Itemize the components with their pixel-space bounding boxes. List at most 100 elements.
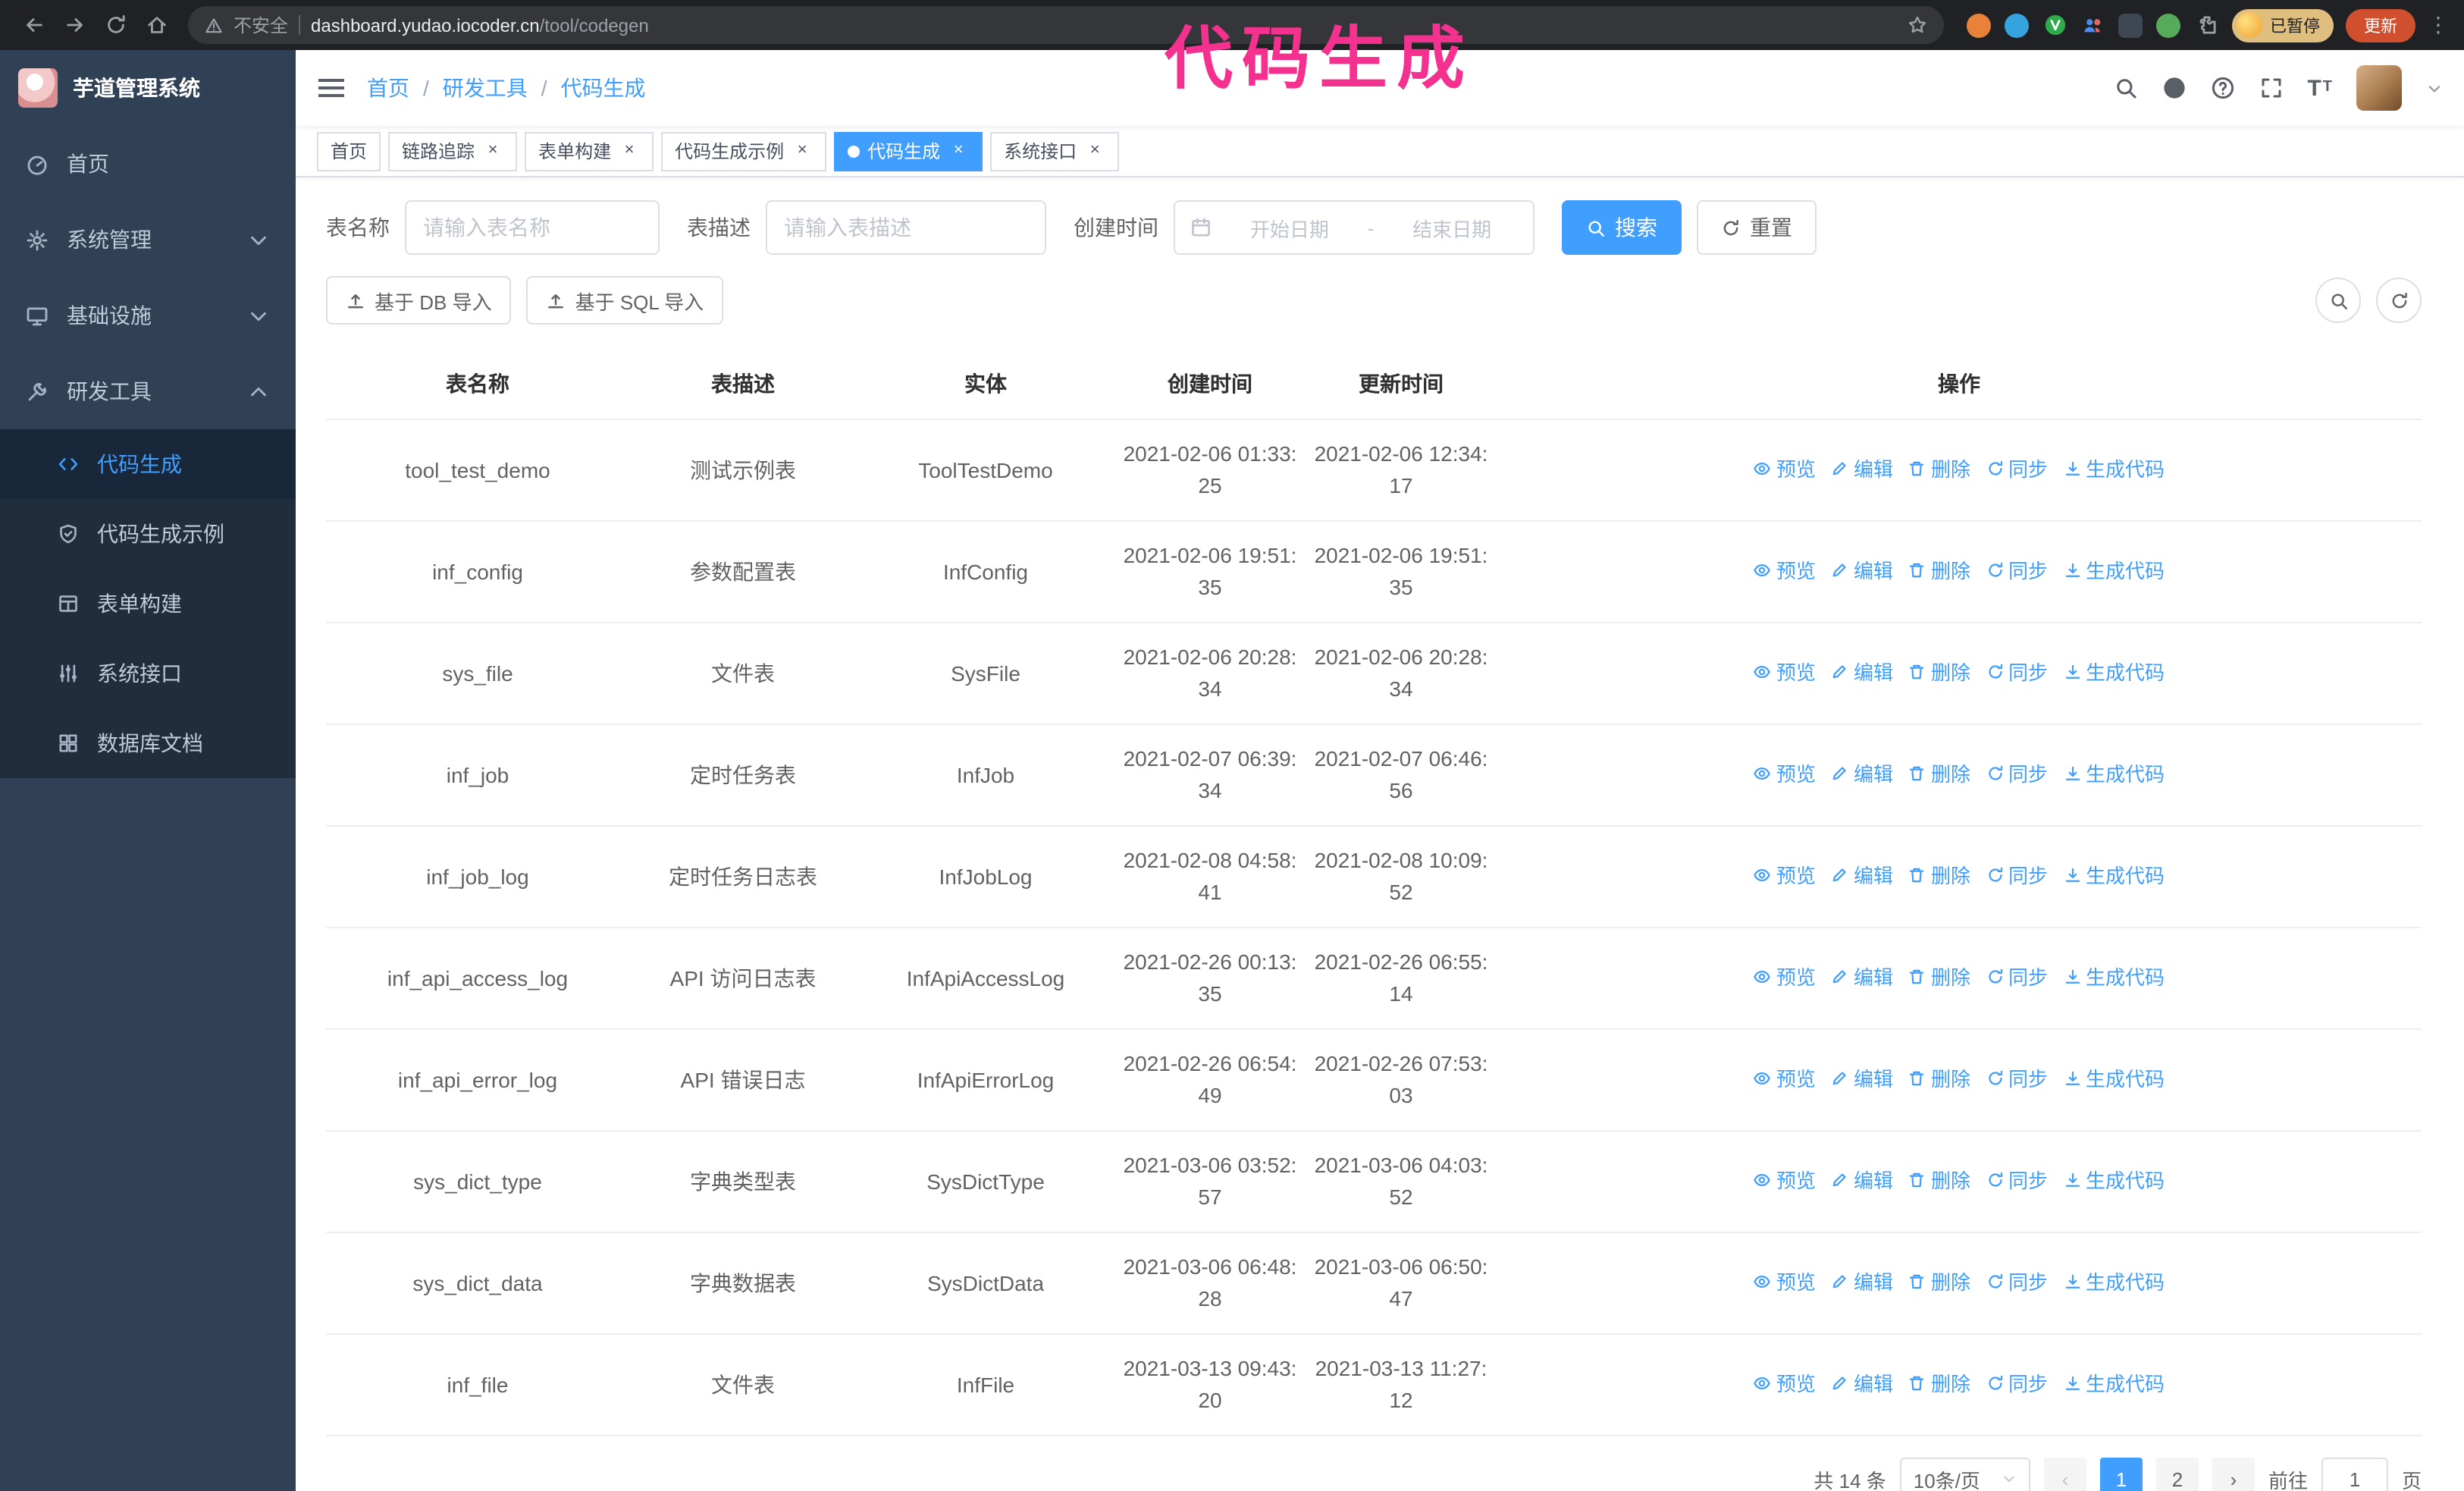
tag-item-2[interactable]: 表单构建 × <box>525 131 654 171</box>
extensions-puzzle-icon[interactable] <box>2194 13 2218 37</box>
edit-action[interactable]: 编辑 <box>1831 454 1893 485</box>
delete-action[interactable]: 删除 <box>1908 962 1970 993</box>
sync-action[interactable]: 同步 <box>1986 1368 2048 1400</box>
preview-action[interactable]: 预览 <box>1754 1165 1816 1197</box>
tag-item-4[interactable]: 代码生成 × <box>834 131 983 171</box>
generate-code-action[interactable]: 生成代码 <box>2063 1267 2165 1298</box>
generate-code-action[interactable]: 生成代码 <box>2063 1368 2165 1400</box>
edit-action[interactable]: 编辑 <box>1831 1368 1893 1400</box>
preview-action[interactable]: 预览 <box>1754 1368 1816 1400</box>
import-sql-button[interactable]: 基于 SQL 导入 <box>526 276 724 325</box>
sync-action[interactable]: 同步 <box>1986 555 2048 587</box>
preview-action[interactable]: 预览 <box>1754 758 1816 790</box>
preview-action[interactable]: 预览 <box>1754 454 1816 485</box>
refresh-table-button[interactable] <box>2376 278 2422 323</box>
extension-icon[interactable] <box>1967 13 1991 37</box>
sync-action[interactable]: 同步 <box>1986 1063 2048 1095</box>
sync-action[interactable]: 同步 <box>1986 1165 2048 1197</box>
close-icon[interactable]: × <box>792 140 813 162</box>
reset-button[interactable]: 重置 <box>1697 200 1817 255</box>
chevron-down-icon[interactable] <box>2426 80 2443 96</box>
breadcrumb-devtools[interactable]: 研发工具 <box>443 73 528 103</box>
fullscreen-icon[interactable] <box>2259 76 2283 100</box>
delete-action[interactable]: 删除 <box>1908 860 1970 892</box>
extension-icon[interactable] <box>2080 13 2105 37</box>
chrome-menu-icon[interactable]: ⋮ <box>2428 12 2449 38</box>
profile-paused-chip[interactable]: 已暂停 <box>2232 8 2334 42</box>
github-icon[interactable] <box>2161 76 2186 100</box>
page-button-2[interactable]: 2 <box>2155 1458 2199 1491</box>
delete-action[interactable]: 删除 <box>1908 657 1970 689</box>
browser-reload-icon[interactable] <box>97 7 133 43</box>
preview-action[interactable]: 预览 <box>1754 1267 1816 1298</box>
app-logo[interactable]: 芋道管理系统 <box>0 50 296 126</box>
extension-icon[interactable] <box>2156 13 2180 37</box>
delete-action[interactable]: 删除 <box>1908 1368 1970 1400</box>
sidebar-item-system-manage[interactable]: 系统管理 <box>0 202 296 278</box>
edit-action[interactable]: 编辑 <box>1831 860 1893 892</box>
generate-code-action[interactable]: 生成代码 <box>2063 758 2165 790</box>
edit-action[interactable]: 编辑 <box>1831 962 1893 993</box>
browser-back-icon[interactable] <box>15 7 52 43</box>
breadcrumb-home[interactable]: 首页 <box>367 73 409 103</box>
generate-code-action[interactable]: 生成代码 <box>2063 1063 2165 1095</box>
edit-action[interactable]: 编辑 <box>1831 555 1893 587</box>
sidebar-item-codegen-example[interactable]: 代码生成示例 <box>0 499 296 569</box>
generate-code-action[interactable]: 生成代码 <box>2063 860 2165 892</box>
edit-action[interactable]: 编辑 <box>1831 657 1893 689</box>
tag-item-0[interactable]: 首页 <box>317 131 381 171</box>
preview-action[interactable]: 预览 <box>1754 860 1816 892</box>
sidebar-item-db-doc[interactable]: 数据库文档 <box>0 708 296 778</box>
edit-action[interactable]: 编辑 <box>1831 758 1893 790</box>
close-icon[interactable]: × <box>619 140 640 162</box>
font-size-icon[interactable]: TT <box>2307 77 2332 99</box>
generate-code-action[interactable]: 生成代码 <box>2063 454 2165 485</box>
sync-action[interactable]: 同步 <box>1986 1267 2048 1298</box>
sync-action[interactable]: 同步 <box>1986 860 2048 892</box>
page-button-1[interactable]: 1 <box>2099 1458 2143 1491</box>
sync-action[interactable]: 同步 <box>1986 657 2048 689</box>
delete-action[interactable]: 删除 <box>1908 555 1970 587</box>
address-bar[interactable]: 不安全 dashboard.yudao.iocoder.cn/tool/code… <box>188 6 1944 44</box>
sync-action[interactable]: 同步 <box>1986 758 2048 790</box>
preview-action[interactable]: 预览 <box>1754 657 1816 689</box>
hamburger-menu-icon[interactable] <box>296 50 367 126</box>
table-desc-input[interactable] <box>766 200 1046 255</box>
extension-icon[interactable] <box>2005 13 2029 37</box>
edit-action[interactable]: 编辑 <box>1831 1267 1893 1298</box>
generate-code-action[interactable]: 生成代码 <box>2063 1165 2165 1197</box>
edit-action[interactable]: 编辑 <box>1831 1063 1893 1095</box>
tag-item-3[interactable]: 代码生成示例 × <box>661 131 827 171</box>
prev-page-button[interactable]: ‹ <box>2043 1458 2086 1491</box>
toggle-search-button[interactable] <box>2315 278 2361 323</box>
delete-action[interactable]: 删除 <box>1908 1165 1970 1197</box>
chrome-update-button[interactable]: 更新 <box>2346 8 2415 42</box>
search-button[interactable]: 搜索 <box>1562 200 1682 255</box>
generate-code-action[interactable]: 生成代码 <box>2063 962 2165 993</box>
sidebar-item-form-builder[interactable]: 表单构建 <box>0 569 296 639</box>
close-icon[interactable]: × <box>1084 140 1105 162</box>
preview-action[interactable]: 预览 <box>1754 555 1816 587</box>
page-size-select[interactable]: 10条/页 <box>1899 1458 2030 1491</box>
help-icon[interactable] <box>2210 76 2234 100</box>
delete-action[interactable]: 删除 <box>1908 454 1970 485</box>
sidebar-item-system-api[interactable]: 系统接口 <box>0 639 296 708</box>
search-icon[interactable] <box>2113 76 2137 100</box>
generate-code-action[interactable]: 生成代码 <box>2063 555 2165 587</box>
import-db-button[interactable]: 基于 DB 导入 <box>326 276 512 325</box>
browser-forward-icon[interactable] <box>56 7 92 43</box>
sidebar-item-home[interactable]: 首页 <box>0 126 296 202</box>
goto-page-input[interactable] <box>2321 1458 2388 1491</box>
sidebar-item-dev-tools[interactable]: 研发工具 <box>0 353 296 429</box>
sidebar-item-infrastructure[interactable]: 基础设施 <box>0 278 296 353</box>
preview-action[interactable]: 预览 <box>1754 962 1816 993</box>
delete-action[interactable]: 删除 <box>1908 1267 1970 1298</box>
sidebar-item-codegen[interactable]: 代码生成 <box>0 429 296 499</box>
delete-action[interactable]: 删除 <box>1908 758 1970 790</box>
close-icon[interactable]: × <box>948 140 969 162</box>
delete-action[interactable]: 删除 <box>1908 1063 1970 1095</box>
extension-icon[interactable] <box>2118 13 2143 37</box>
edit-action[interactable]: 编辑 <box>1831 1165 1893 1197</box>
next-page-button[interactable]: › <box>2212 1458 2255 1491</box>
user-avatar[interactable] <box>2356 65 2402 111</box>
